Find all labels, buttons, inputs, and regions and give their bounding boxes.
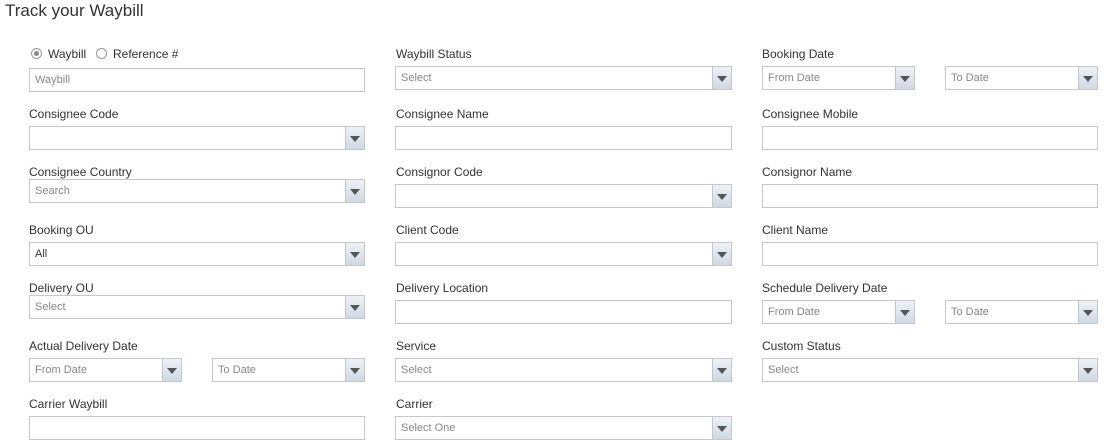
- waybill-status-label: Waybill Status: [396, 47, 472, 61]
- carrier-waybill-label: Carrier Waybill: [29, 397, 108, 411]
- waybill-status-value: Select: [401, 72, 432, 84]
- delivery-ou-label: Delivery OU: [29, 281, 94, 295]
- waybill-radio[interactable]: [31, 48, 42, 59]
- booking-date-to-value: To Date: [951, 72, 989, 84]
- chevron-down-icon[interactable]: [712, 67, 731, 89]
- consignor-name-input[interactable]: [762, 184, 1098, 208]
- consignee-country-label: Consignee Country: [29, 165, 132, 179]
- consignor-code-select[interactable]: [395, 184, 732, 208]
- booking-ou-value: All: [35, 248, 48, 260]
- consignee-mobile-label: Consignee Mobile: [762, 107, 859, 121]
- booking-date-label: Booking Date: [762, 47, 835, 61]
- chevron-down-icon[interactable]: [345, 127, 364, 149]
- chevron-down-icon[interactable]: [712, 359, 731, 381]
- actual-delivery-date-to[interactable]: To Date: [212, 358, 365, 382]
- schedule-delivery-date-to[interactable]: To Date: [945, 300, 1098, 324]
- service-label: Service: [396, 339, 437, 353]
- page-title: Track your Waybill: [5, 1, 144, 20]
- delivery-ou-value: Select: [35, 301, 66, 313]
- reference-radio[interactable]: [96, 48, 107, 59]
- chevron-down-icon[interactable]: [345, 359, 364, 381]
- actual-delivery-date-to-value: To Date: [218, 364, 256, 376]
- chevron-down-icon[interactable]: [712, 185, 731, 207]
- client-code-select[interactable]: [395, 242, 732, 266]
- schedule-delivery-date-from[interactable]: From Date: [762, 300, 915, 324]
- actual-delivery-date-from-value: From Date: [35, 364, 87, 376]
- carrier-value: Select One: [401, 422, 456, 434]
- delivery-ou-select[interactable]: Select: [29, 295, 365, 319]
- waybill-radio-label: Waybill: [48, 47, 87, 61]
- custom-status-select[interactable]: Select: [762, 358, 1098, 382]
- consignee-code-label: Consignee Code: [29, 107, 119, 121]
- consignee-code-select[interactable]: [29, 126, 365, 150]
- chevron-down-icon[interactable]: [712, 417, 731, 439]
- chevron-down-icon[interactable]: [1078, 301, 1097, 323]
- booking-date-from[interactable]: From Date: [762, 66, 915, 90]
- booking-date-from-value: From Date: [768, 72, 820, 84]
- custom-status-label: Custom Status: [762, 339, 841, 353]
- schedule-delivery-date-label: Schedule Delivery Date: [762, 281, 888, 295]
- reference-radio-label: Reference #: [113, 47, 179, 61]
- schedule-delivery-date-to-value: To Date: [951, 306, 989, 318]
- consignor-code-label: Consignor Code: [396, 165, 483, 179]
- chevron-down-icon[interactable]: [1078, 359, 1097, 381]
- consignee-name-input[interactable]: [395, 126, 732, 150]
- actual-delivery-date-label: Actual Delivery Date: [29, 339, 138, 353]
- consignee-name-label: Consignee Name: [396, 107, 489, 121]
- client-name-input[interactable]: [762, 242, 1098, 266]
- consignee-country-select[interactable]: Search: [29, 179, 365, 203]
- chevron-down-icon[interactable]: [712, 243, 731, 265]
- consignee-country-value: Search: [35, 185, 70, 197]
- chevron-down-icon[interactable]: [345, 180, 364, 202]
- booking-ou-select[interactable]: All: [29, 242, 365, 266]
- chevron-down-icon[interactable]: [1078, 67, 1097, 89]
- carrier-waybill-input[interactable]: [29, 416, 365, 440]
- chevron-down-icon[interactable]: [895, 67, 914, 89]
- waybill-input[interactable]: Waybill: [29, 68, 365, 92]
- booking-date-to[interactable]: To Date: [945, 66, 1098, 90]
- chevron-down-icon[interactable]: [162, 359, 181, 381]
- waybill-input-placeholder: Waybill: [35, 74, 71, 86]
- carrier-select[interactable]: Select One: [395, 416, 732, 440]
- schedule-delivery-date-from-value: From Date: [768, 306, 820, 318]
- actual-delivery-date-from[interactable]: From Date: [29, 358, 182, 382]
- consignor-name-label: Consignor Name: [762, 165, 853, 179]
- client-name-label: Client Name: [762, 223, 829, 237]
- booking-ou-label: Booking OU: [29, 223, 94, 237]
- custom-status-value: Select: [768, 364, 799, 376]
- service-value: Select: [401, 364, 432, 376]
- consignee-mobile-input[interactable]: [762, 126, 1098, 150]
- carrier-label: Carrier: [396, 397, 433, 411]
- chevron-down-icon[interactable]: [345, 296, 364, 318]
- service-select[interactable]: Select: [395, 358, 732, 382]
- delivery-location-input[interactable]: [395, 300, 732, 324]
- delivery-location-label: Delivery Location: [396, 281, 489, 295]
- chevron-down-icon[interactable]: [345, 243, 364, 265]
- waybill-status-select[interactable]: Select: [395, 66, 732, 90]
- chevron-down-icon[interactable]: [895, 301, 914, 323]
- client-code-label: Client Code: [396, 223, 459, 237]
